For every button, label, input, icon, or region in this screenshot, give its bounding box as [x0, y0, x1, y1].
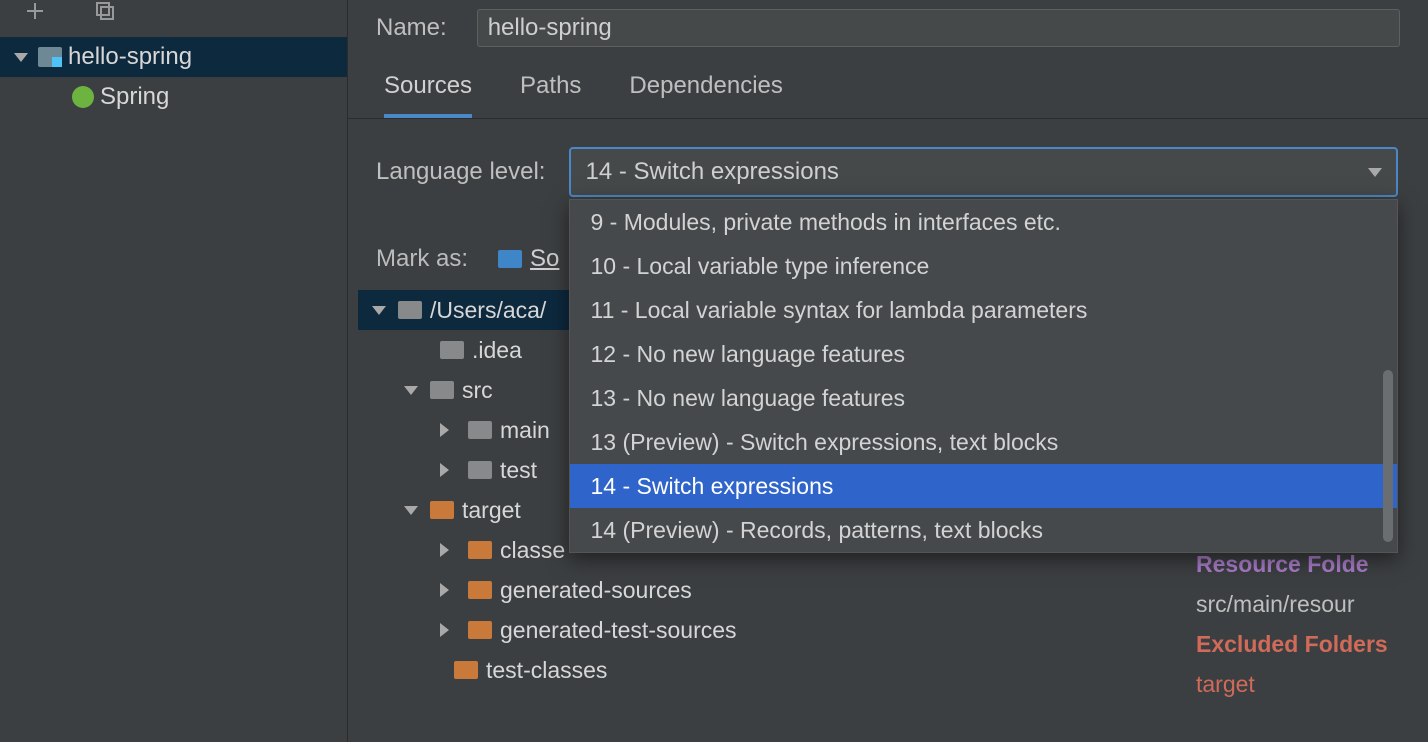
excluded-folders-path: target [1196, 664, 1428, 704]
folder-icon [454, 661, 478, 679]
module-sidebar: hello-spring Spring [0, 0, 348, 742]
chevron-down-icon [1368, 168, 1382, 177]
dropdown-scrollbar[interactable] [1383, 370, 1393, 542]
folder-row[interactable]: generated-test-sources [358, 610, 1188, 650]
folder-label: main [500, 417, 550, 444]
language-level-list: 9 - Modules, private methods in interfac… [569, 199, 1398, 553]
resource-folders-path: src/main/resour [1196, 584, 1428, 624]
language-level-row: Language level: 14 - Switch expressions … [348, 119, 1428, 197]
language-level-option[interactable]: 14 (Preview) - Records, patterns, text b… [570, 508, 1397, 552]
module-editor: Name: Sources Paths Dependencies Languag… [348, 0, 1428, 742]
folder-icon [430, 381, 454, 399]
folder-icon [430, 501, 454, 519]
folder-label: classe [500, 537, 565, 564]
folder-label: generated-sources [500, 577, 692, 604]
folder-icon [468, 581, 492, 599]
module-label: hello-spring [68, 43, 192, 71]
folder-icon [440, 341, 464, 359]
folder-icon [468, 461, 492, 479]
language-level-option[interactable]: 13 (Preview) - Switch expressions, text … [570, 420, 1397, 464]
module-name-input[interactable] [477, 9, 1400, 47]
folder-row[interactable]: generated-sources [358, 570, 1188, 610]
language-level-selected: 14 - Switch expressions [585, 158, 838, 186]
mark-as-label: Mark as: [376, 245, 468, 273]
language-level-dropdown[interactable]: 14 - Switch expressions 9 - Modules, pri… [569, 147, 1398, 197]
folder-label: test-classes [486, 657, 607, 684]
language-level-button[interactable]: 14 - Switch expressions [569, 147, 1398, 197]
language-level-option-selected[interactable]: 14 - Switch expressions [570, 464, 1397, 508]
chevron-down-icon [404, 386, 418, 395]
language-level-option[interactable]: 11 - Local variable syntax for lambda pa… [570, 288, 1397, 332]
folder-label: src [462, 377, 493, 404]
copy-icon[interactable] [94, 0, 116, 28]
chevron-right-icon [440, 423, 456, 437]
sidebar-tree: hello-spring Spring [0, 33, 347, 117]
language-level-label: Language level: [376, 158, 545, 186]
tab-paths[interactable]: Paths [520, 72, 581, 118]
spring-icon [72, 86, 94, 108]
language-level-option[interactable]: 10 - Local variable type inference [570, 244, 1397, 288]
name-label: Name: [376, 14, 447, 42]
folder-icon [398, 301, 422, 319]
folder-label: test [500, 457, 537, 484]
name-row: Name: [348, 0, 1428, 56]
folder-icon [468, 621, 492, 639]
add-icon[interactable] [24, 0, 46, 28]
facet-node-spring[interactable]: Spring [0, 77, 347, 117]
facet-label: Spring [100, 83, 169, 111]
tab-dependencies[interactable]: Dependencies [629, 72, 782, 118]
folder-icon [468, 421, 492, 439]
folder-label: .idea [472, 337, 522, 364]
chevron-right-icon [440, 623, 456, 637]
language-level-option[interactable]: 9 - Modules, private methods in interfac… [570, 200, 1397, 244]
chevron-down-icon [14, 53, 28, 62]
excluded-folders-title: Excluded Folders [1196, 624, 1428, 664]
folder-row[interactable]: test-classes [358, 650, 1188, 690]
sidebar-toolbar [0, 0, 347, 33]
module-node-hello-spring[interactable]: hello-spring [0, 37, 347, 77]
module-icon [38, 47, 62, 67]
chevron-down-icon [372, 306, 386, 315]
tab-sources[interactable]: Sources [384, 72, 472, 118]
module-tabs: Sources Paths Dependencies [348, 56, 1428, 119]
chevron-down-icon [404, 506, 418, 515]
language-level-option[interactable]: 13 - No new language features [570, 376, 1397, 420]
chevron-right-icon [440, 583, 456, 597]
chevron-right-icon [440, 543, 456, 557]
folder-label: target [462, 497, 521, 524]
folder-label: /Users/aca/ [430, 297, 546, 324]
folder-icon [468, 541, 492, 559]
chevron-right-icon [440, 463, 456, 477]
language-level-option[interactable]: 12 - No new language features [570, 332, 1397, 376]
folder-icon [498, 250, 522, 268]
folder-label: generated-test-sources [500, 617, 737, 644]
mark-as-sources[interactable]: So [498, 245, 559, 273]
